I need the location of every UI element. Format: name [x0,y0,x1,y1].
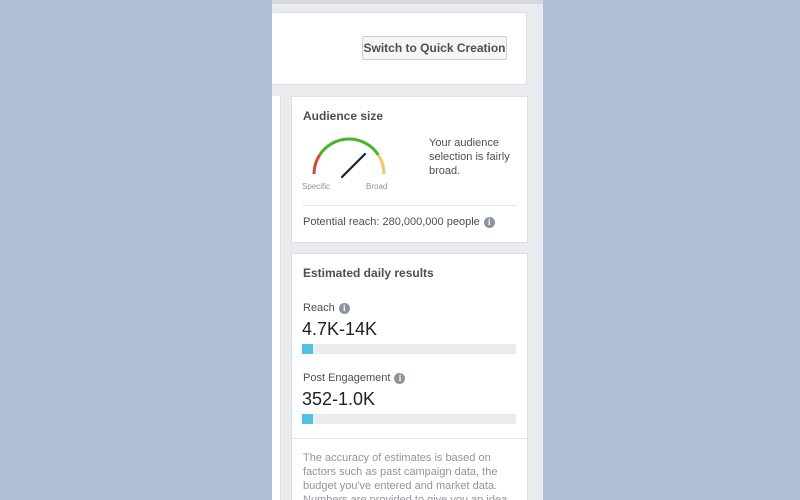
left-panel-edge [272,96,281,500]
audience-description: Your audience selection is fairly broad. [429,137,510,177]
post-engagement-bar-fill [302,414,313,424]
estimated-daily-results-title: Estimated daily results [303,266,434,280]
top-strip [272,0,543,4]
gauge-right-label: Broad [366,182,387,190]
gauge-green-segment [318,137,380,156]
gauge-needle [340,152,367,179]
divider [302,205,517,206]
switch-to-quick-creation-button[interactable]: Switch to Quick Creation [362,36,507,60]
potential-reach: Potential reach: 280,000,000 people i [303,216,495,228]
audience-gauge: Specific Broad [302,137,387,190]
info-icon[interactable]: i [483,216,495,228]
post-engagement-metric-value: 352-1.0K [302,389,376,409]
audience-size-card: Audience size Specific Broad Your audien… [291,96,528,243]
post-engagement-metric-label: Post Engagement i [303,372,406,384]
estimated-daily-results-card: Estimated daily results Reach i 4.7K-14K… [291,253,528,500]
post-engagement-bar [302,414,516,424]
reach-bar-fill [302,344,313,354]
info-icon[interactable]: i [394,372,406,384]
post-engagement-label-text: Post Engagement [303,372,391,384]
reach-bar [302,344,516,354]
reach-metric-value: 4.7K-14K [302,319,378,339]
gauge-red-segment [312,154,321,175]
header-card: Switch to Quick Creation [272,12,527,85]
reach-metric-label: Reach i [303,302,350,314]
info-icon[interactable]: i [338,302,350,314]
audience-size-title: Audience size [303,109,384,123]
reach-label-text: Reach [303,302,335,314]
ads-manager-panel: Switch to Quick Creation Audience size S… [272,0,543,500]
estimate-accuracy-note: The accuracy of estimates is based on fa… [303,452,508,500]
potential-reach-text: Potential reach: 280,000,000 people [303,216,480,228]
gauge-left-label: Specific [302,182,330,190]
divider [292,438,527,439]
gauge-orange-segment [377,154,386,175]
